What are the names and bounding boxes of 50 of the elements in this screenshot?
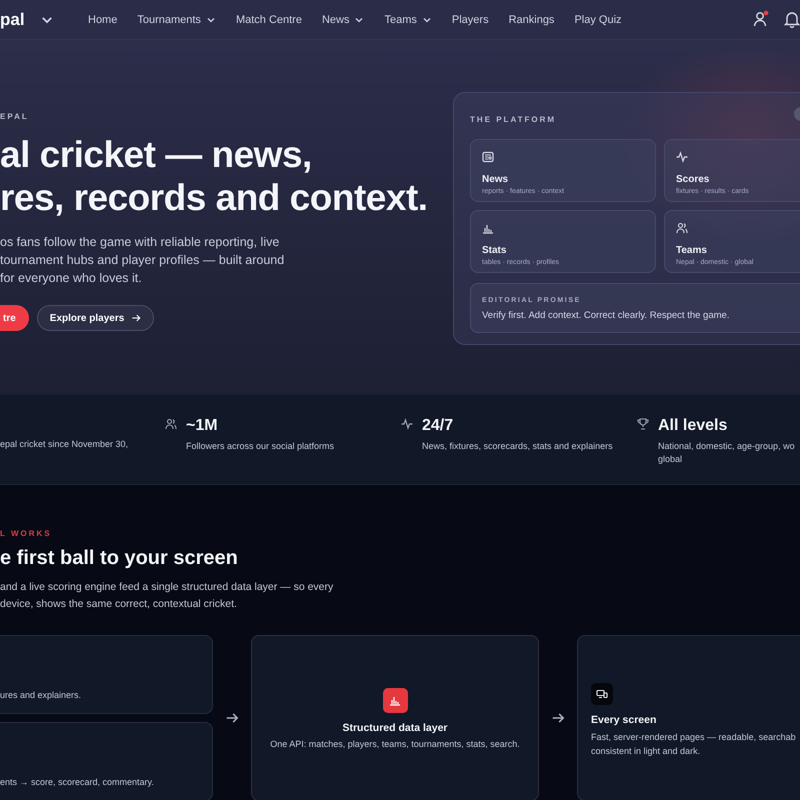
trophy-icon (637, 418, 649, 430)
nav-link[interactable]: Tournaments (137, 14, 216, 26)
nav-link[interactable]: Rankings (508, 14, 554, 26)
tile-title: News (482, 174, 510, 185)
newspaper-icon (482, 151, 494, 163)
arrow-right-icon (131, 313, 142, 323)
tile-title: Scores (676, 174, 710, 185)
arrow-right-icon (225, 711, 239, 725)
nav-link[interactable]: News (322, 14, 364, 26)
pulse-icon (401, 418, 413, 430)
hero-intro: os fans follow the game with reliable reporting, live tournament hubs and player profiles — built around for everyone who loves it. (0, 234, 286, 287)
arrow-right-icon (551, 711, 565, 725)
source-card: ures and explainers. (0, 635, 213, 714)
stat-caption: Followers across our social platforms (186, 440, 334, 453)
stat-value: ~1M (186, 417, 219, 435)
primary-button[interactable]: tre (0, 305, 29, 331)
nav-link[interactable]: Players (452, 14, 489, 26)
stat-value: 24/7 (422, 417, 454, 435)
bar-chart-icon (482, 222, 494, 234)
pulse-icon (676, 151, 688, 163)
site-logo[interactable]: pal (0, 10, 40, 30)
nav-link[interactable]: Play Quiz (574, 14, 622, 26)
hub-title: Structured data layer (342, 722, 448, 734)
tile-title: Stats (482, 245, 508, 256)
stat-caption: epal cricket since November 30, (0, 438, 128, 451)
explore-button[interactable]: Explore players (36, 305, 154, 331)
bar-chart-icon (382, 688, 408, 712)
output-text: Fast, server-rendered pages — readable, searchab consistent in light and dark. (591, 731, 797, 758)
source-card: ents → score, scorecard, commentary. (0, 722, 213, 800)
tile-title: Teams (676, 245, 708, 256)
people-icon (676, 222, 688, 234)
eyebrow-label: EPAL (0, 112, 30, 121)
section-heading: e first ball to your screen (0, 547, 239, 570)
section-intro: and a live scoring engine feed a single structured data layer — so every device, shows the same correct, contextual cricket. (0, 580, 334, 612)
nav-link[interactable]: Match Centre (236, 14, 302, 26)
hub-text: One API: matches, players, teams, tournaments, stats, search. (270, 738, 520, 748)
stat-value: All levels (658, 417, 728, 435)
hero-headline: al cricket — news, res, records and context. (0, 133, 429, 219)
nav-link[interactable]: Home (88, 14, 118, 26)
stat-caption: National, domestic, age-group, wo global (658, 440, 795, 466)
devices-icon (591, 683, 613, 705)
section-eyebrow: L WORKS (0, 529, 53, 538)
nav-link[interactable]: Teams (384, 14, 432, 26)
people-icon (165, 418, 177, 430)
panel-title: THE PLATFORM (470, 115, 556, 124)
output-title: Every screen (591, 714, 658, 726)
stat-caption: News, fixtures, scorecards, stats and explainers (422, 440, 613, 453)
user-notification-icon[interactable] (752, 10, 770, 28)
bell-icon[interactable] (784, 10, 800, 28)
promise-text: Verify first. Add context. Correct clearly. Respect the game. (482, 310, 730, 321)
